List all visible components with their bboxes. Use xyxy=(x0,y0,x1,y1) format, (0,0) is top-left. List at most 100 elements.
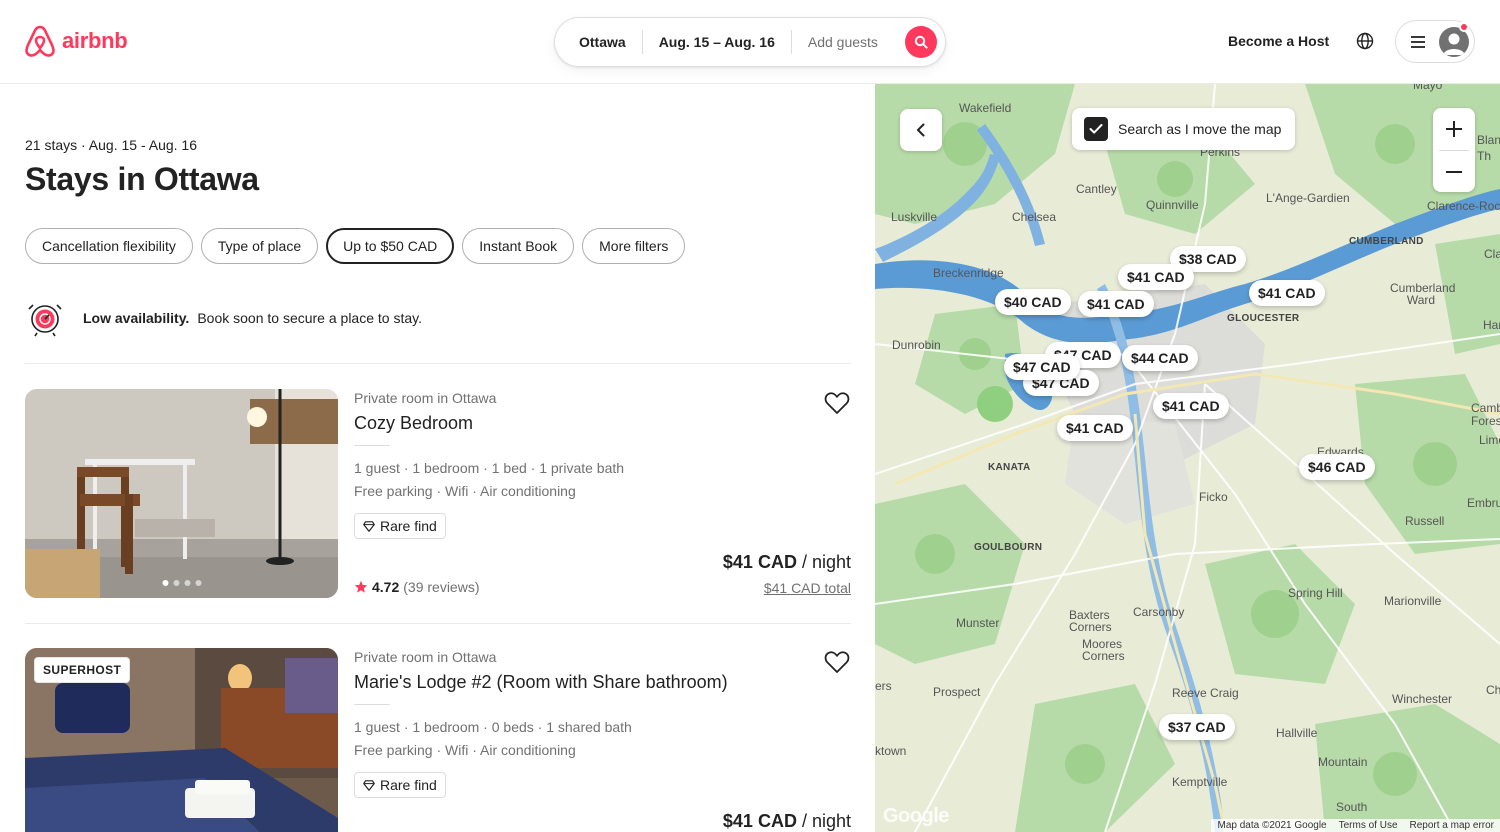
check-icon xyxy=(1089,124,1103,134)
map-price-pin[interactable]: $47 CAD xyxy=(1004,354,1080,380)
map-place-label: Luskville xyxy=(891,210,938,224)
search-icon xyxy=(914,35,928,49)
google-logo: Google xyxy=(883,805,949,827)
map-attribution: Map data ©2021 Google Terms of Use Repor… xyxy=(1211,819,1500,832)
listing-title[interactable]: Cozy Bedroom xyxy=(354,413,473,434)
map-place-label: Moores Corners xyxy=(1082,637,1125,663)
map-price-pin[interactable]: $41 CAD xyxy=(1078,291,1154,317)
zoom-out-button[interactable] xyxy=(1433,151,1475,193)
filter-more[interactable]: More filters xyxy=(582,228,686,264)
map-place-label: Cla xyxy=(1484,247,1500,261)
chevron-left-icon xyxy=(917,123,925,137)
listing-photo[interactable]: SUPERHOST xyxy=(25,648,338,832)
search-location[interactable]: Ottawa xyxy=(555,34,642,50)
collapse-map-button[interactable] xyxy=(900,109,942,151)
map-place-label: ers xyxy=(875,679,892,693)
map-place-label: Ficko xyxy=(1199,490,1228,504)
map-place-label: Embru xyxy=(1467,496,1500,510)
map-place-label: Carsonby xyxy=(1133,605,1185,619)
map-place-label: GOULBOURN xyxy=(974,542,1043,553)
filter-price[interactable]: Up to $50 CAD xyxy=(326,228,455,264)
map-price-pin[interactable]: $41 CAD xyxy=(1153,393,1229,419)
star-icon xyxy=(354,580,368,593)
map-place-label: Quinnville xyxy=(1146,198,1199,212)
map-price-pin[interactable]: $40 CAD xyxy=(995,289,1071,315)
heart-icon xyxy=(824,392,850,414)
map-price-pin[interactable]: $41 CAD xyxy=(1118,264,1194,290)
rare-find-badge: Rare find xyxy=(354,772,446,798)
search-dates[interactable]: Aug. 15 – Aug. 16 xyxy=(643,34,791,50)
listing-card[interactable]: SUPERHOST Private room in Ottawa Marie's… xyxy=(25,648,851,832)
carousel-dot[interactable] xyxy=(173,580,179,586)
listing-photo-image xyxy=(25,389,338,598)
listing-card[interactable]: Private room in Ottawa Cozy Bedroom 1 gu… xyxy=(25,389,851,599)
airbnb-logo-icon xyxy=(25,25,55,57)
map-price-pin[interactable]: $41 CAD xyxy=(1249,280,1325,306)
terms-link[interactable]: Terms of Use xyxy=(1339,820,1398,831)
divider xyxy=(25,623,851,624)
search-as-move-checkbox[interactable] xyxy=(1084,117,1108,141)
carousel-dot[interactable] xyxy=(162,580,168,586)
rating-value: 4.72 xyxy=(372,579,400,595)
map-place-label: Mayo xyxy=(1413,84,1443,92)
map-place-label: L'Ange-Gardien xyxy=(1266,191,1350,205)
search-button[interactable] xyxy=(905,26,937,58)
search-bar[interactable]: Ottawa Aug. 15 – Aug. 16 Add guests xyxy=(554,17,946,67)
map-place-label: Clarence-Rockland xyxy=(1427,199,1500,213)
menu-icon xyxy=(1411,35,1425,48)
map-data-text: Map data ©2021 Google xyxy=(1217,820,1327,831)
map-price-pin[interactable]: $41 CAD xyxy=(1057,415,1133,441)
carousel-dot[interactable] xyxy=(195,580,201,586)
zoom-in-button[interactable] xyxy=(1433,108,1475,150)
map-place-label: ktown xyxy=(875,744,907,758)
map-place-label: GLOUCESTER xyxy=(1227,313,1300,324)
filter-instant-book[interactable]: Instant Book xyxy=(462,228,575,264)
map-place-label: Blanc Th xyxy=(1477,133,1500,163)
save-button[interactable] xyxy=(823,648,851,676)
map-place-label: Spring Hill xyxy=(1288,586,1343,600)
map-place-label: Cantley xyxy=(1076,182,1117,196)
map-place-label: Kemptville xyxy=(1172,775,1228,789)
map-place-label: Ch xyxy=(1486,683,1500,697)
filter-cancellation[interactable]: Cancellation flexibility xyxy=(25,228,193,264)
listing-price: $41 CAD / night xyxy=(723,811,851,832)
language-button[interactable] xyxy=(1354,30,1376,52)
map-place-label: Chelsea xyxy=(1012,210,1057,224)
map-place-label: Wakefield xyxy=(959,101,1012,115)
map-place-label: Mountain xyxy=(1318,755,1368,769)
airbnb-logo[interactable]: airbnb xyxy=(24,24,128,58)
price-total-link[interactable]: $41 CAD total xyxy=(764,580,851,596)
map-place-label: Camb Forest xyxy=(1471,401,1500,428)
map-place-label: Russell xyxy=(1405,514,1445,528)
title-underline xyxy=(354,445,390,446)
save-button[interactable] xyxy=(823,389,851,417)
map-price-pin[interactable]: $44 CAD xyxy=(1122,345,1198,371)
results-meta: 21 stays · Aug. 15 - Aug. 16 xyxy=(25,137,197,153)
map-panel[interactable]: Wakefield Perkins Cantley Quinnville L'A… xyxy=(875,84,1500,832)
map-price-pin[interactable]: $37 CAD xyxy=(1159,714,1235,740)
search-guests[interactable]: Add guests xyxy=(792,34,894,50)
listing-title[interactable]: Marie's Lodge #2 (Room with Share bathro… xyxy=(354,672,728,693)
map-place-label: Breckenridge xyxy=(933,266,1004,280)
map-place-label: South xyxy=(1336,800,1368,814)
report-error-link[interactable]: Report a map error xyxy=(1410,820,1494,831)
map-price-pin[interactable]: $46 CAD xyxy=(1299,454,1375,480)
filter-bar: Cancellation flexibility Type of place U… xyxy=(25,228,686,264)
map-place-label: Dunrobin xyxy=(892,338,941,352)
logo-text: airbnb xyxy=(62,28,128,53)
become-host-link[interactable]: Become a Host xyxy=(1228,33,1329,49)
availability-text: Book soon to secure a place to stay. xyxy=(197,310,422,326)
diamond-icon xyxy=(363,779,375,791)
minus-icon xyxy=(1446,171,1462,173)
map-place-label: Marionville xyxy=(1384,594,1442,608)
alarm-clock-icon xyxy=(28,304,62,337)
filter-type-of-place[interactable]: Type of place xyxy=(200,228,319,264)
carousel-dot[interactable] xyxy=(184,580,190,586)
listing-price: $41 CAD / night xyxy=(723,552,851,573)
top-header: airbnb Ottawa Aug. 15 – Aug. 16 Add gues… xyxy=(0,0,1500,84)
listing-photo[interactable] xyxy=(25,389,338,598)
photo-carousel-dots[interactable] xyxy=(162,580,201,586)
heart-icon xyxy=(824,651,850,673)
search-as-move-toggle[interactable]: Search as I move the map xyxy=(1072,108,1296,150)
badge-label: Rare find xyxy=(380,777,437,793)
